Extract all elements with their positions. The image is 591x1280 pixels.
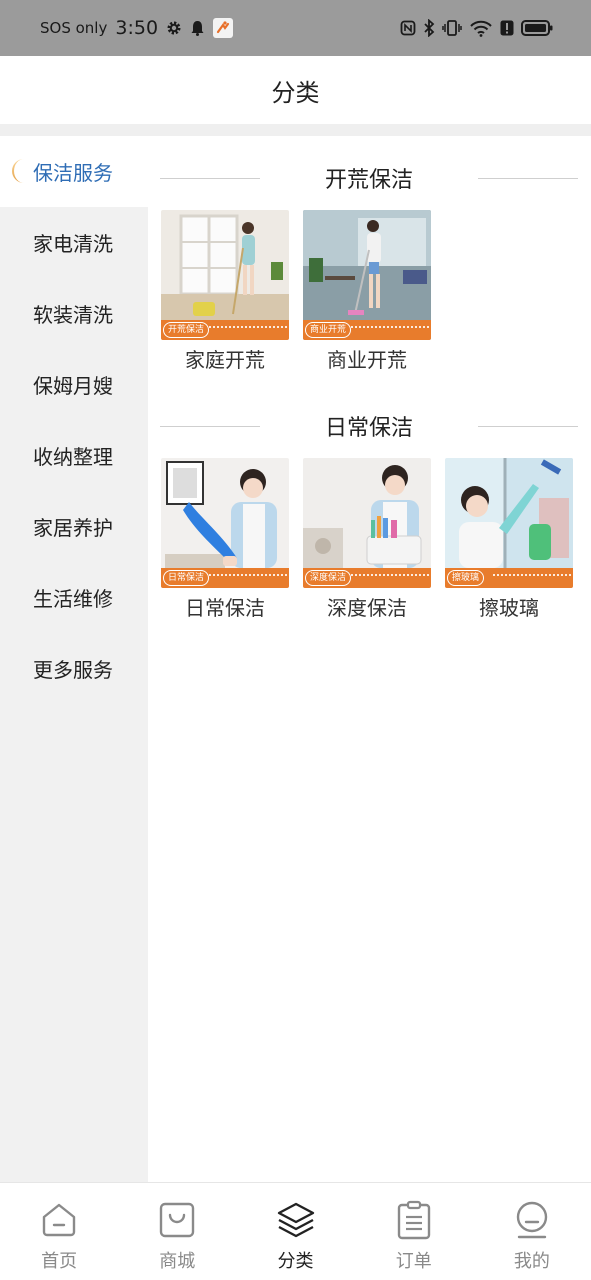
clipboard-icon [394, 1199, 434, 1241]
sidebar-item-label: 家居养护 [33, 516, 113, 540]
nav-label: 商城 [159, 1251, 196, 1272]
bell-icon [190, 20, 205, 36]
layers-icon [276, 1199, 316, 1241]
service-photo: 擦玻璃 [445, 458, 573, 588]
vibrate-icon [442, 19, 462, 37]
section-header: 日常保洁 [160, 406, 578, 446]
section-header: 开荒保洁 [160, 158, 578, 198]
tile-label: 擦玻璃 [479, 596, 539, 620]
photo-caption-decoration [351, 574, 429, 584]
app-root: SOS only 3:50 分类 保洁服务 家电清洗 软装清洗 保姆月嫂 收纳整… [0, 0, 591, 1280]
service-tile-window-cleaning[interactable]: 擦玻璃 擦玻璃 [445, 458, 575, 621]
sidebar-item-more[interactable]: 更多服务 [0, 633, 148, 704]
tile-label: 商业开荒 [327, 348, 407, 372]
sidebar-item-appliance-cleaning[interactable]: 家电清洗 [0, 207, 148, 278]
divider-line [478, 426, 578, 427]
sidebar-item-label: 保姆月嫂 [33, 374, 113, 398]
active-indicator-icon [9, 158, 27, 184]
tile-label: 家庭开荒 [185, 348, 265, 372]
sidebar-item-home-care[interactable]: 家居养护 [0, 491, 148, 562]
service-tile-commercial-cleaning[interactable]: 商业开荒 商业开荒 [303, 210, 433, 373]
photo-caption-decoration [493, 574, 571, 584]
photo-tag: 擦玻璃 [447, 570, 485, 586]
bottom-navigation: 首页 商城 分类 订单 我的 [0, 1182, 591, 1280]
photo-tag: 日常保洁 [163, 570, 210, 586]
sidebar-item-label: 生活维修 [33, 587, 113, 611]
bluetooth-icon [423, 19, 435, 37]
nav-label: 首页 [41, 1251, 78, 1272]
nav-item-orders[interactable]: 订单 [355, 1183, 473, 1280]
sidebar-item-label: 保洁服务 [33, 161, 113, 185]
sidebar-item-cleaning[interactable]: 保洁服务 [0, 136, 148, 207]
divider-line [160, 426, 260, 427]
photo-caption-decoration [209, 326, 287, 336]
page-title: 分类 [271, 78, 320, 107]
photo-caption-decoration [209, 574, 287, 584]
service-photo: 深度保洁 [303, 458, 431, 588]
nav-item-home[interactable]: 首页 [0, 1183, 118, 1280]
sidebar-item-label: 更多服务 [33, 658, 113, 682]
sidebar-item-repair[interactable]: 生活维修 [0, 562, 148, 633]
service-photo: 日常保洁 [161, 458, 289, 588]
nav-item-mall[interactable]: 商城 [118, 1183, 236, 1280]
page-header: 分类 [0, 56, 591, 124]
status-right [400, 19, 553, 37]
nav-label: 订单 [395, 1251, 432, 1272]
service-tile-daily-cleaning[interactable]: 日常保洁 日常保洁 [161, 458, 291, 621]
sidebar-item-soft-furnishing[interactable]: 软装清洗 [0, 278, 148, 349]
photo-tag: 商业开荒 [305, 322, 352, 338]
divider-line [160, 178, 260, 179]
header-divider [0, 124, 591, 136]
clock-text: 3:50 [115, 17, 159, 39]
service-photo: 商业开荒 [303, 210, 431, 340]
service-tile-deep-cleaning[interactable]: 深度保洁 深度保洁 [303, 458, 433, 621]
nav-label: 分类 [277, 1251, 314, 1272]
carrier-text: SOS only [40, 19, 108, 37]
tile-label: 日常保洁 [185, 596, 265, 620]
section-title: 日常保洁 [318, 410, 419, 442]
sidebar-item-label: 收纳整理 [33, 445, 113, 469]
app-notification-icon [213, 18, 234, 38]
user-icon [512, 1199, 552, 1241]
alert-icon [500, 20, 514, 36]
wifi-icon [469, 19, 493, 37]
photo-caption-decoration [351, 326, 429, 336]
nav-item-mine[interactable]: 我的 [473, 1183, 591, 1280]
nfc-icon [400, 20, 416, 36]
home-icon [39, 1199, 79, 1241]
gear-icon [166, 20, 182, 36]
sidebar-item-organizing[interactable]: 收纳整理 [0, 420, 148, 491]
section-title: 开荒保洁 [318, 162, 419, 194]
nav-item-category[interactable]: 分类 [236, 1183, 354, 1280]
photo-tag: 开荒保洁 [163, 322, 210, 338]
category-content: 开荒保洁 开荒保洁 家庭开荒 商业开荒 商业开荒 日常保洁 日常保洁 日常保洁 … [148, 136, 591, 1182]
divider-line [478, 178, 578, 179]
service-tile-home-cleaning[interactable]: 开荒保洁 家庭开荒 [161, 210, 291, 373]
sidebar-item-label: 家电清洗 [33, 232, 113, 256]
sidebar-item-label: 软装清洗 [33, 303, 113, 327]
tile-label: 深度保洁 [327, 596, 407, 620]
status-bar: SOS only 3:50 [0, 0, 591, 56]
photo-tag: 深度保洁 [305, 570, 352, 586]
service-photo: 开荒保洁 [161, 210, 289, 340]
status-left: SOS only 3:50 [40, 17, 234, 39]
battery-icon [521, 19, 553, 37]
category-sidebar: 保洁服务 家电清洗 软装清洗 保姆月嫂 收纳整理 家居养护 生活维修 更多服务 [0, 136, 148, 1182]
nav-label: 我的 [513, 1251, 550, 1272]
shopping-bag-icon [157, 1199, 197, 1241]
sidebar-item-nanny[interactable]: 保姆月嫂 [0, 349, 148, 420]
